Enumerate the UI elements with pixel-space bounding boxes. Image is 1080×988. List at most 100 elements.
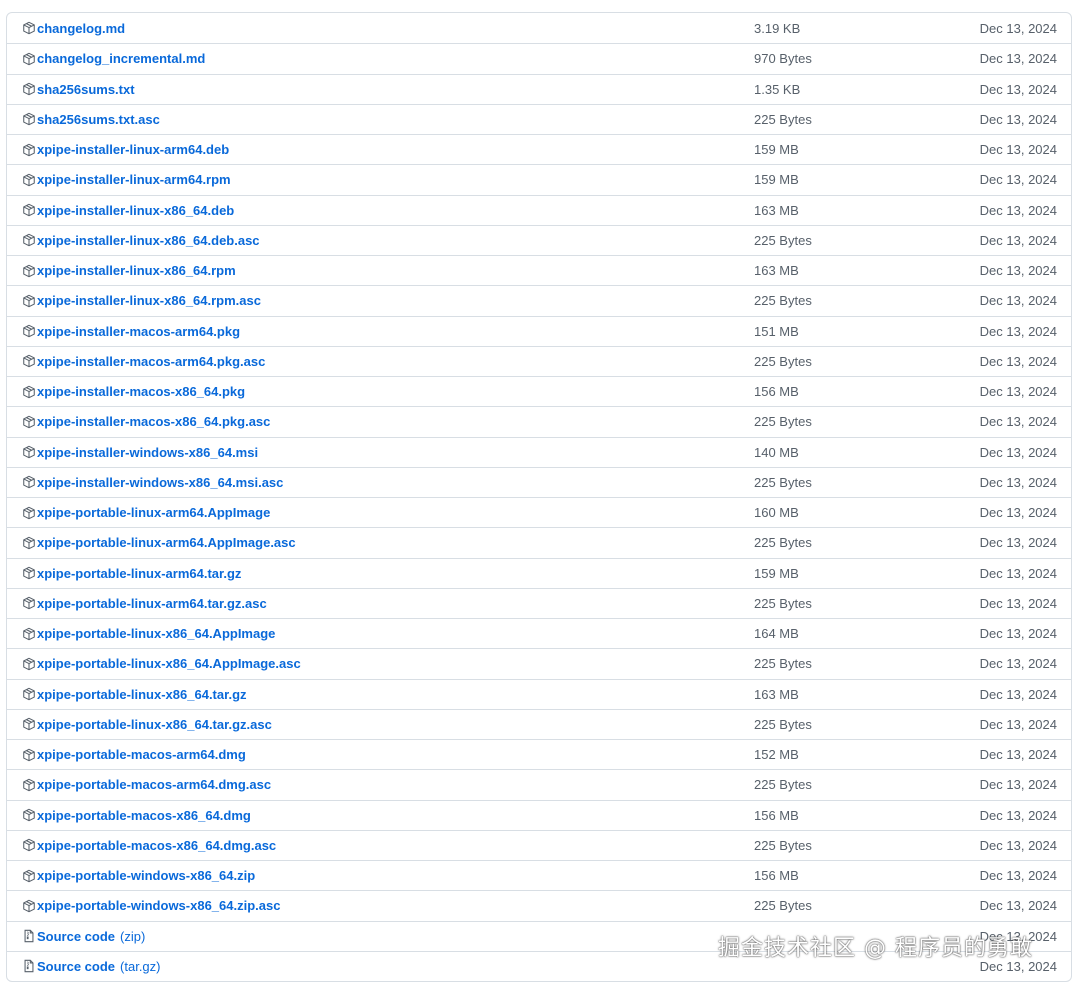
asset-name-cell: xpipe-portable-linux-x86_64.AppImage.asc [22, 656, 301, 671]
source-format-label: (tar.gz) [120, 958, 161, 974]
asset-date: Dec 13, 2024 [979, 656, 1057, 672]
asset-download-link[interactable]: changelog.md [37, 21, 125, 36]
asset-date: Dec 13, 2024 [979, 323, 1057, 339]
source-format-label: (zip) [120, 928, 146, 944]
package-icon [22, 687, 36, 701]
asset-download-link[interactable]: xpipe-installer-linux-x86_64.deb.asc [37, 233, 260, 248]
file-zip-icon [22, 929, 36, 943]
package-icon [22, 657, 36, 671]
asset-download-link[interactable]: xpipe-installer-windows-x86_64.msi.asc [37, 475, 283, 490]
asset-size: 225 Bytes [754, 656, 812, 672]
asset-name-cell: xpipe-portable-linux-arm64.AppImage [22, 505, 270, 520]
asset-size: 225 Bytes [754, 777, 812, 793]
asset-date: Dec 13, 2024 [979, 626, 1057, 642]
asset-date: Dec 13, 2024 [979, 353, 1057, 369]
asset-row: xpipe-installer-linux-x86_64.deb 163 MB De… [7, 194, 1071, 225]
package-icon [22, 143, 36, 157]
asset-size: 225 Bytes [754, 535, 812, 551]
asset-download-link[interactable]: xpipe-installer-linux-x86_64.rpm [37, 263, 236, 278]
package-icon [22, 566, 36, 580]
asset-name-cell: Source code (zip) [22, 929, 145, 944]
asset-date: Dec 13, 2024 [979, 898, 1057, 914]
asset-size: 163 MB [754, 263, 799, 279]
asset-size: 225 Bytes [754, 414, 812, 430]
package-icon [22, 354, 36, 368]
package-icon [22, 445, 36, 459]
source-code-link[interactable]: Source code [37, 959, 115, 974]
asset-name-cell: xpipe-portable-linux-arm64.tar.gz [22, 566, 241, 581]
source-asset-row: Source code (tar.gz) Dec 13, 2024 [7, 950, 1071, 981]
asset-name-cell: xpipe-installer-linux-arm64.rpm [22, 172, 231, 187]
asset-size: 3.19 KB [754, 20, 801, 36]
asset-size: 160 MB [754, 505, 799, 521]
asset-download-link[interactable]: xpipe-portable-windows-x86_64.zip [37, 868, 255, 883]
asset-download-link[interactable]: xpipe-installer-macos-x86_64.pkg.asc [37, 414, 270, 429]
asset-date: Dec 13, 2024 [979, 747, 1057, 763]
asset-date: Dec 13, 2024 [979, 837, 1057, 853]
asset-download-link[interactable]: xpipe-portable-linux-arm64.tar.gz [37, 566, 241, 581]
asset-size: 163 MB [754, 202, 799, 218]
asset-download-link[interactable]: xpipe-installer-windows-x86_64.msi [37, 445, 258, 460]
asset-row: changelog.md 3.19 KB Dec 13, 2024 [7, 13, 1071, 43]
asset-download-link[interactable]: changelog_incremental.md [37, 51, 205, 66]
asset-download-link[interactable]: xpipe-installer-linux-x86_64.deb [37, 203, 234, 218]
asset-download-link[interactable]: xpipe-installer-linux-x86_64.rpm.asc [37, 293, 261, 308]
asset-size: 156 MB [754, 384, 799, 400]
source-asset-row: Source code (zip) Dec 13, 2024 [7, 920, 1071, 951]
asset-download-link[interactable]: xpipe-installer-macos-x86_64.pkg [37, 384, 245, 399]
source-code-link[interactable]: Source code [37, 929, 115, 944]
asset-download-link[interactable]: xpipe-portable-macos-x86_64.dmg [37, 808, 251, 823]
asset-size: 140 MB [754, 444, 799, 460]
asset-size: 225 Bytes [754, 474, 812, 490]
package-icon [22, 203, 36, 217]
package-icon [22, 233, 36, 247]
asset-row: xpipe-portable-linux-arm64.AppImage.asc 2… [7, 527, 1071, 557]
asset-name-cell: xpipe-portable-linux-x86_64.AppImage [22, 626, 275, 641]
package-icon [22, 748, 36, 762]
asset-date: Dec 13, 2024 [979, 81, 1057, 97]
asset-download-link[interactable]: xpipe-portable-linux-x86_64.AppImage [37, 626, 275, 641]
asset-name-cell: changelog.md [22, 21, 125, 36]
asset-download-link[interactable]: xpipe-installer-linux-arm64.rpm [37, 172, 231, 187]
asset-row: xpipe-portable-windows-x86_64.zip 156 MB D… [7, 860, 1071, 890]
asset-download-link[interactable]: xpipe-portable-linux-x86_64.tar.gz [37, 687, 247, 702]
asset-size: 159 MB [754, 565, 799, 581]
asset-size: 225 Bytes [754, 837, 812, 853]
asset-row: xpipe-portable-linux-arm64.AppImage 160 M… [7, 497, 1071, 527]
asset-download-link[interactable]: xpipe-installer-linux-arm64.deb [37, 142, 229, 157]
asset-name-cell: xpipe-portable-windows-x86_64.zip [22, 868, 255, 883]
asset-download-link[interactable]: xpipe-portable-linux-x86_64.AppImage.asc [37, 656, 301, 671]
asset-date: Dec 13, 2024 [979, 20, 1057, 36]
asset-download-link[interactable]: xpipe-portable-macos-x86_64.dmg.asc [37, 838, 276, 853]
asset-date: Dec 13, 2024 [979, 868, 1057, 884]
asset-row: xpipe-installer-macos-arm64.pkg 151 MB Dec… [7, 315, 1071, 346]
asset-download-link[interactable]: sha256sums.txt [37, 82, 135, 97]
asset-download-link[interactable]: xpipe-portable-macos-arm64.dmg.asc [37, 777, 271, 792]
asset-download-link[interactable]: xpipe-portable-linux-arm64.AppImage.asc [37, 535, 296, 550]
asset-date: Dec 13, 2024 [979, 293, 1057, 309]
asset-date: Dec 13, 2024 [979, 232, 1057, 248]
asset-download-link[interactable]: xpipe-portable-windows-x86_64.zip.asc [37, 898, 280, 913]
asset-download-link[interactable]: xpipe-installer-macos-arm64.pkg [37, 324, 240, 339]
asset-download-link[interactable]: xpipe-portable-linux-x86_64.tar.gz.asc [37, 717, 272, 732]
asset-download-link[interactable]: xpipe-installer-macos-arm64.pkg.asc [37, 354, 265, 369]
asset-name-cell: Source code (tar.gz) [22, 959, 161, 974]
asset-size: 1.35 KB [754, 81, 801, 97]
release-assets-list: changelog.md 3.19 KB Dec 13, 2024 changelog… [6, 12, 1072, 982]
asset-download-link[interactable]: xpipe-portable-linux-arm64.tar.gz.asc [37, 596, 267, 611]
asset-download-link[interactable]: xpipe-portable-linux-arm64.AppImage [37, 505, 270, 520]
asset-name-cell: xpipe-installer-macos-arm64.pkg.asc [22, 354, 265, 369]
asset-size: 156 MB [754, 807, 799, 823]
asset-date: Dec 13, 2024 [979, 474, 1057, 490]
package-icon [22, 264, 36, 278]
asset-download-link[interactable]: xpipe-portable-macos-arm64.dmg [37, 747, 246, 762]
asset-name-cell: xpipe-installer-linux-arm64.deb [22, 142, 229, 157]
asset-row: xpipe-portable-linux-arm64.tar.gz 159 MB D… [7, 557, 1071, 588]
asset-size: 225 Bytes [754, 716, 812, 732]
asset-row: xpipe-portable-macos-arm64.dmg.asc 225 By… [7, 769, 1071, 799]
package-icon [22, 112, 36, 126]
package-icon [22, 596, 36, 610]
asset-size: 225 Bytes [754, 293, 812, 309]
asset-download-link[interactable]: sha256sums.txt.asc [37, 112, 160, 127]
asset-row: xpipe-portable-linux-x86_64.AppImage 164 … [7, 618, 1071, 648]
